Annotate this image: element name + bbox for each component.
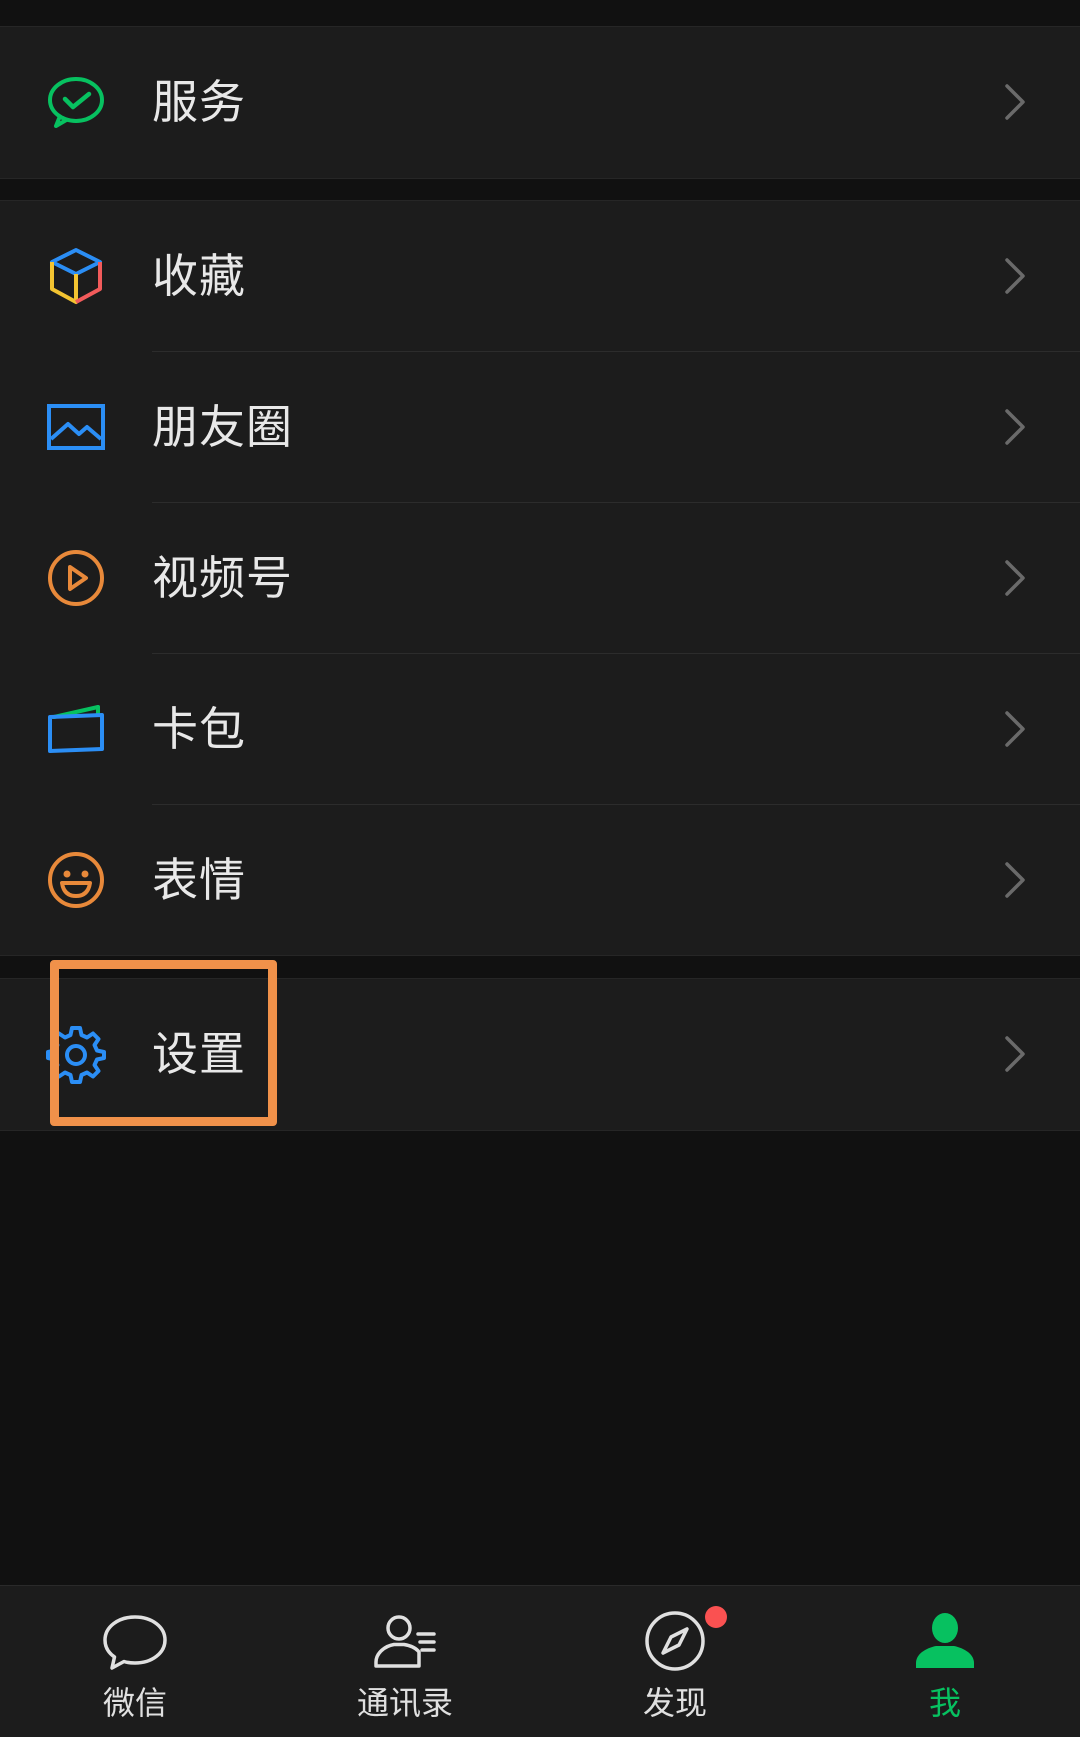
- top-strip: [0, 0, 1080, 27]
- contacts-icon: [372, 1608, 438, 1674]
- settings-group: 设置: [0, 978, 1080, 1131]
- tab-label: 通讯录: [356, 1684, 453, 1722]
- discover-compass-icon: [642, 1608, 708, 1674]
- gear-icon: [46, 1024, 106, 1084]
- menu-item-label: 视频号: [152, 551, 293, 605]
- moments-image-icon: [46, 397, 106, 457]
- menu-item-moments[interactable]: 朋友圈: [0, 352, 1080, 503]
- chat-bubble-icon: [102, 1608, 168, 1674]
- chevron-right-icon: [992, 858, 1036, 902]
- menu-item-cards[interactable]: 卡包: [0, 654, 1080, 805]
- chevron-right-icon: [992, 254, 1036, 298]
- chevron-right-icon: [992, 405, 1036, 449]
- menu-item-favorites[interactable]: 收藏: [0, 201, 1080, 352]
- channels-play-icon: [46, 548, 106, 608]
- menu-item-label: 收藏: [152, 249, 246, 303]
- menu-item-service[interactable]: 服务: [0, 27, 1080, 178]
- tab-chats[interactable]: 微信: [0, 1586, 270, 1737]
- menu-item-label: 服务: [152, 75, 246, 129]
- menu-item-label: 设置: [152, 1027, 246, 1081]
- features-group: 收藏 朋友圈 视频号 卡包 表情: [0, 200, 1080, 956]
- tab-label: 微信: [102, 1684, 167, 1722]
- chevron-right-icon: [992, 556, 1036, 600]
- service-group: 服务: [0, 26, 1080, 179]
- tab-label: 我: [928, 1684, 961, 1722]
- chevron-right-icon: [992, 80, 1036, 124]
- notification-dot: [705, 1606, 727, 1628]
- me-person-icon: [912, 1608, 978, 1674]
- tab-discover[interactable]: 发现: [540, 1586, 810, 1737]
- chevron-right-icon: [992, 707, 1036, 751]
- wechat-pay-icon: [46, 72, 106, 132]
- menu-item-label: 卡包: [152, 702, 246, 756]
- chevron-right-icon: [992, 1032, 1036, 1076]
- tab-contacts[interactable]: 通讯录: [270, 1586, 540, 1737]
- sticker-smile-icon: [46, 850, 106, 910]
- menu-item-label: 表情: [152, 853, 246, 907]
- menu-item-stickers[interactable]: 表情: [0, 805, 1080, 956]
- menu-item-channels[interactable]: 视频号: [0, 503, 1080, 654]
- tab-me[interactable]: 我: [810, 1586, 1080, 1737]
- bottom-tab-bar: 微信 通讯录 发现 我: [0, 1585, 1080, 1737]
- favorites-cube-icon: [46, 246, 106, 306]
- tab-label: 发现: [642, 1684, 707, 1722]
- menu-item-label: 朋友圈: [152, 400, 293, 454]
- menu-item-settings[interactable]: 设置: [0, 979, 1080, 1130]
- card-wallet-icon: [46, 699, 106, 759]
